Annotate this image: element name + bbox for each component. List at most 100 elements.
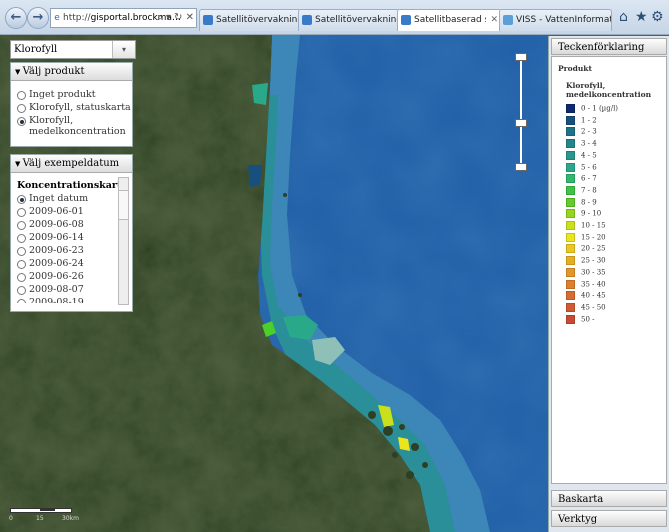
legend-item-label: 45 - 50 <box>581 303 606 312</box>
radio-button[interactable] <box>17 221 26 230</box>
legend-swatch <box>566 139 575 149</box>
legend-item: 5 - 6 <box>566 162 597 172</box>
tab-label: Satellitbaserad statu... <box>414 15 486 25</box>
legend-item: 40 - 45 <box>566 291 606 301</box>
favorites-icon[interactable]: ★ <box>635 9 648 25</box>
legend-swatch <box>566 104 575 113</box>
radio-button[interactable] <box>17 273 26 282</box>
legend-item-label: 20 - 25 <box>581 244 606 253</box>
browser-toolbar: ← → e http://gisportal.brockma… ⌕ ▾ ↻ ✕ S… <box>0 0 669 35</box>
radio-button[interactable] <box>17 117 26 126</box>
date-option[interactable]: 2009-06-01 <box>17 206 125 217</box>
legend-item-label: 9 - 10 <box>581 209 602 218</box>
legend-item-label: 0 - 1 (µg/l) <box>581 104 619 113</box>
legend-item: 20 - 25 <box>566 244 606 254</box>
radio-button[interactable] <box>17 195 26 204</box>
legend-item-label: 15 - 20 <box>581 233 606 242</box>
date-list-scrollbar[interactable] <box>118 177 129 305</box>
legend-item: 1 - 2 <box>566 115 597 125</box>
legend-item-label: 1 - 2 <box>581 116 597 125</box>
legend-swatch <box>566 185 575 195</box>
date-option[interactable]: 2009-06-24 <box>17 258 125 269</box>
scale-bar: 0 15 30km <box>8 506 98 526</box>
legend-item: 2 - 3 <box>566 127 597 137</box>
legend-body: Produkt Klorofyll, medelkoncentration 0 … <box>551 56 667 484</box>
legend-item: 6 - 7 <box>566 174 597 184</box>
bay-patch <box>248 165 262 187</box>
address-bar[interactable]: e http://gisportal.brockma… ⌕ ▾ ↻ ✕ <box>50 8 197 28</box>
radio-button[interactable] <box>17 286 26 295</box>
close-tab-icon[interactable]: ✕ <box>490 10 498 30</box>
legend-item: 3 - 4 <box>566 139 597 149</box>
triangle-down-icon: ▼ <box>15 160 23 168</box>
zoom-in-handle[interactable] <box>515 53 527 61</box>
legend-item-label: 8 - 9 <box>581 198 597 207</box>
legend-item-label: 50 - <box>581 315 595 324</box>
legend-swatch <box>566 162 575 172</box>
date-option[interactable]: 2009-08-19 <box>17 297 125 303</box>
product-option[interactable]: Klorofyll, statuskarta <box>17 102 132 113</box>
forward-button[interactable]: → <box>27 7 49 29</box>
product-panel-title: Välj produkt <box>22 66 85 77</box>
legend-item-label: 35 - 40 <box>581 280 606 288</box>
legend-item-label: 25 - 30 <box>581 256 606 265</box>
radio-button[interactable] <box>17 104 26 113</box>
zoom-slider[interactable] <box>515 53 527 171</box>
date-option-label: Inget datum <box>29 193 89 204</box>
radio-button[interactable] <box>17 260 26 269</box>
product-panel-header[interactable]: ▼ Välj produkt <box>11 63 132 81</box>
zoom-track <box>520 59 522 167</box>
date-panel-header[interactable]: ▼ Välj exempeldatum <box>11 155 132 173</box>
legend-swatch <box>566 232 575 242</box>
date-option[interactable]: 2009-06-23 <box>17 245 125 256</box>
radio-button[interactable] <box>17 247 26 256</box>
legend-product-name: Klorofyll, medelkoncentration <box>566 81 652 99</box>
tab-4[interactable]: VISS - VattenInformatio... <box>499 9 612 31</box>
date-option[interactable]: 2009-06-14 <box>17 232 125 243</box>
home-icon[interactable]: ⌂ <box>619 9 628 25</box>
product-select[interactable]: Klorofyll ▾ <box>10 40 136 59</box>
legend-swatch <box>566 127 575 137</box>
legend-item-label: 4 - 5 <box>581 151 597 160</box>
zoom-level-handle[interactable] <box>515 119 527 127</box>
date-option[interactable]: 2009-06-08 <box>17 219 125 230</box>
legend-item-label: 5 - 6 <box>581 163 597 171</box>
date-option[interactable]: Inget datum <box>17 193 125 204</box>
verktyg-tab[interactable]: Verktyg <box>551 510 667 527</box>
address-prefix: http:// <box>63 13 91 23</box>
radio-button[interactable] <box>17 299 26 303</box>
legend-header[interactable]: Teckenförklaring <box>551 38 667 55</box>
legend-item: 50 - <box>566 314 595 324</box>
chevron-down-icon[interactable]: ▾ <box>112 41 135 58</box>
legend-item: 7 - 8 <box>566 185 597 195</box>
zoom-out-handle[interactable] <box>515 163 527 171</box>
legend-item: 0 - 1 (µg/l) <box>566 104 618 113</box>
product-option[interactable]: Klorofyll, medelkoncentration <box>17 115 132 137</box>
baskarta-tab[interactable]: Baskarta <box>551 490 667 507</box>
legend-swatch <box>566 244 575 254</box>
date-option[interactable]: 2009-08-07 <box>17 284 125 295</box>
legend-item: 9 - 10 <box>566 209 602 219</box>
tab-favicon <box>401 14 411 25</box>
tab-2[interactable]: Satellitövervakning av v... <box>298 9 400 31</box>
tab-1[interactable]: Satellitövervakning av v... <box>199 9 301 31</box>
address-tools[interactable]: ⌕ ▾ ↻ ✕ <box>157 9 194 27</box>
settings-icon[interactable]: ⚙ <box>651 9 664 25</box>
scrollbar-thumb[interactable] <box>119 190 128 220</box>
product-option[interactable]: Inget produkt <box>17 89 132 100</box>
radio-button[interactable] <box>17 91 26 100</box>
legend-item-label: 30 - 35 <box>581 268 606 277</box>
legend-swatch <box>566 150 575 160</box>
date-option-label: 2009-06-14 <box>29 232 84 243</box>
date-option-label: 2009-06-26 <box>29 271 84 282</box>
radio-button[interactable] <box>17 208 26 217</box>
tab-favicon <box>503 14 513 25</box>
date-option-label: 2009-06-24 <box>29 258 84 269</box>
date-option[interactable]: 2009-06-26 <box>17 271 125 282</box>
legend-swatch <box>566 291 575 301</box>
tab-3[interactable]: Satellitbaserad statu... ✕ <box>397 9 502 31</box>
radio-button[interactable] <box>17 234 26 243</box>
legend-item-label: 7 - 8 <box>581 186 597 195</box>
back-button[interactable]: ← <box>5 7 27 29</box>
product-panel: ▼ Välj produkt Inget produkt Klorofyll, s… <box>10 62 133 147</box>
